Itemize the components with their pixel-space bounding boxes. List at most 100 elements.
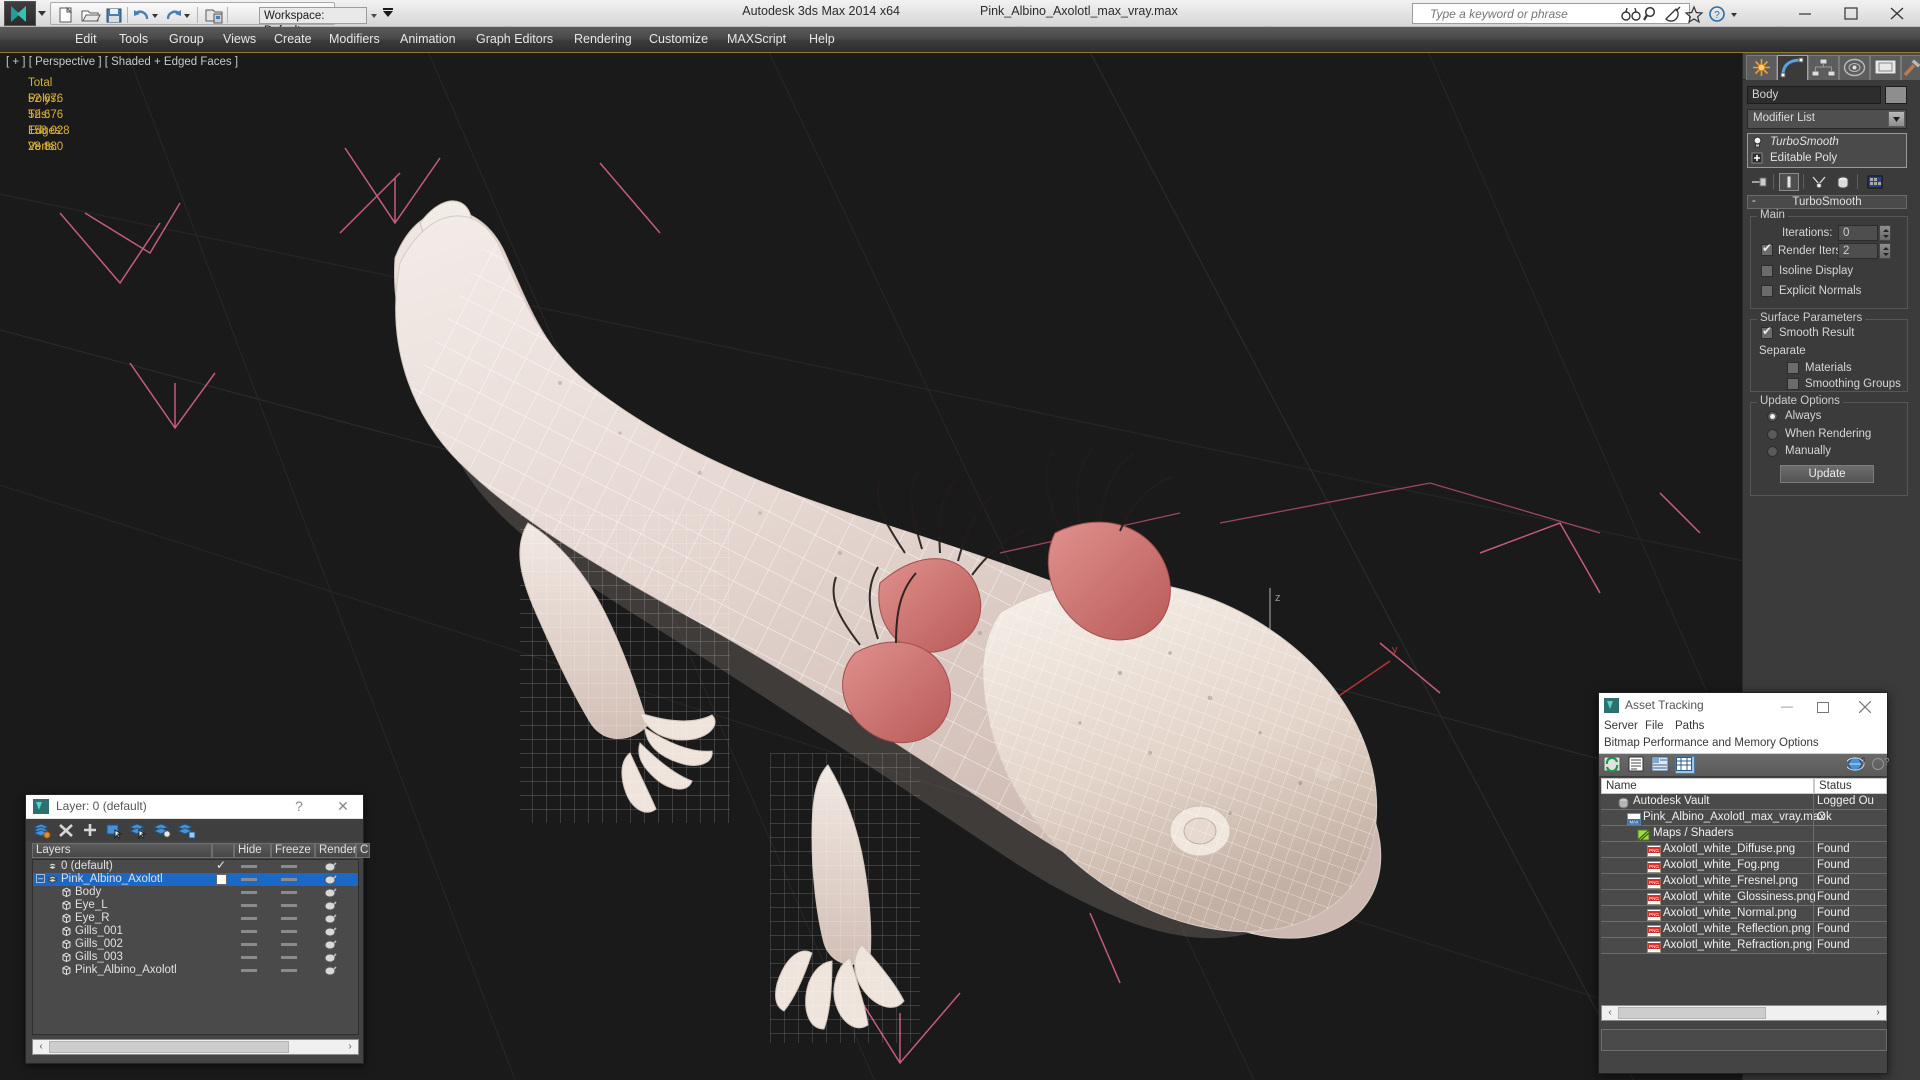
- render-toggle[interactable]: [323, 900, 337, 911]
- remove-modifier-button[interactable]: [1833, 173, 1853, 191]
- layer-properties-button[interactable]: [176, 821, 198, 839]
- freeze-toggle[interactable]: [281, 969, 297, 972]
- freeze-toggle[interactable]: [281, 865, 297, 868]
- object-name-field[interactable]: Body: [1747, 86, 1881, 104]
- update-when-rendering-radio[interactable]: [1767, 429, 1778, 440]
- help-button[interactable]: ?: [1871, 756, 1891, 774]
- column-freeze[interactable]: Freeze: [271, 843, 315, 858]
- modifier-stack-item-editable-poly[interactable]: Editable Poly: [1748, 150, 1906, 166]
- grid-view-button[interactable]: [1675, 756, 1695, 774]
- iterations-spinner[interactable]: 0: [1838, 225, 1878, 241]
- update-always-radio[interactable]: [1767, 411, 1778, 422]
- menu-item-tools[interactable]: Tools: [110, 27, 157, 52]
- column-render[interactable]: Render: [315, 843, 357, 858]
- asset-row[interactable]: PNG Axolotl_white_Refraction.png Found: [1601, 938, 1887, 954]
- menu-file[interactable]: File: [1645, 720, 1664, 732]
- hide-toggle[interactable]: [241, 943, 257, 946]
- menu-item-graph-editors[interactable]: Graph Editors: [467, 27, 562, 52]
- highlight-selected-objects-layers-button[interactable]: [128, 821, 150, 840]
- update-manually-radio[interactable]: [1767, 446, 1778, 457]
- redo-dropdown-icon[interactable]: [182, 6, 192, 24]
- menu-item-rendering[interactable]: Rendering: [565, 27, 641, 52]
- asset-row[interactable]: Autodesk Vault Logged Ou: [1601, 794, 1887, 810]
- minimize-button[interactable]: [1782, 0, 1828, 26]
- hide-toggle[interactable]: [241, 904, 257, 907]
- layer-close-button[interactable]: ✕: [325, 795, 361, 818]
- hide-toggle[interactable]: [241, 969, 257, 972]
- layer-row[interactable]: Gills_002: [33, 938, 358, 951]
- menu-item-modifiers[interactable]: Modifiers: [320, 27, 389, 52]
- menu-item-maxscript[interactable]: MAXScript: [718, 27, 795, 52]
- render-toggle[interactable]: [323, 887, 337, 898]
- asset-maximize-button[interactable]: [1805, 693, 1841, 719]
- update-button[interactable]: Update: [1780, 465, 1874, 483]
- asset-minimize-button[interactable]: —: [1769, 693, 1805, 719]
- layer-row[interactable]: – Pink_Albino_Axolotl: [33, 873, 358, 886]
- workspace-dropdown-icon[interactable]: [367, 7, 380, 24]
- set-current-layer-button[interactable]: [152, 821, 174, 839]
- motion-tab[interactable]: [1839, 55, 1870, 80]
- menu-item-help[interactable]: Help: [800, 27, 844, 52]
- help-dropdown-icon[interactable]: [1729, 5, 1739, 23]
- turbosmooth-rollout-header[interactable]: - TurboSmooth: [1747, 195, 1907, 209]
- hide-toggle[interactable]: [241, 891, 257, 894]
- detail-view-button[interactable]: [1651, 756, 1671, 774]
- expand-collapse-icon[interactable]: –: [36, 874, 45, 883]
- layer-horizontal-scrollbar[interactable]: ‹ ›: [32, 1039, 359, 1055]
- maximize-button[interactable]: [1828, 0, 1874, 26]
- column-name[interactable]: Name: [1601, 778, 1814, 794]
- separate-smoothing-groups-checkbox[interactable]: [1787, 378, 1799, 390]
- modifier-stack-item-turbosmooth[interactable]: TurboSmooth: [1748, 134, 1906, 150]
- layer-row[interactable]: Pink_Albino_Axolotl: [33, 964, 358, 977]
- render-toggle[interactable]: [323, 926, 337, 937]
- freeze-toggle[interactable]: [281, 917, 297, 920]
- hide-toggle[interactable]: [241, 865, 257, 868]
- menu-server[interactable]: Server: [1604, 720, 1638, 732]
- layer-row[interactable]: 0 (default) ✓: [33, 860, 358, 873]
- menu-item-create[interactable]: Create: [265, 27, 321, 52]
- menu-item-customize[interactable]: Customize: [640, 27, 717, 52]
- list-view-button[interactable]: [1627, 756, 1647, 774]
- asset-row[interactable]: Maps / Shaders: [1601, 826, 1887, 842]
- hide-toggle[interactable]: [241, 930, 257, 933]
- select-objects-in-layer-button[interactable]: [104, 821, 126, 840]
- hide-toggle[interactable]: [241, 917, 257, 920]
- scroll-right-icon[interactable]: ›: [1871, 1007, 1885, 1019]
- close-button[interactable]: [1874, 0, 1920, 26]
- open-file-icon[interactable]: [79, 6, 101, 24]
- favorites-star-icon[interactable]: [1683, 5, 1705, 24]
- asset-row[interactable]: PNG Axolotl_white_Normal.png Found: [1601, 906, 1887, 922]
- modifier-stack[interactable]: TurboSmooth Editable Poly: [1747, 133, 1907, 168]
- save-file-icon[interactable]: [103, 6, 125, 24]
- hierarchy-tab[interactable]: [1808, 55, 1839, 80]
- undo-dropdown-icon[interactable]: [150, 6, 160, 24]
- asset-list[interactable]: Autodesk Vault Logged Ou MAX Pink_Albino_Ax…: [1601, 794, 1887, 998]
- layer-row[interactable]: Gills_003: [33, 951, 358, 964]
- render-toggle[interactable]: [323, 952, 337, 963]
- asset-row[interactable]: PNG Axolotl_white_Diffuse.png Found: [1601, 842, 1887, 858]
- freeze-toggle[interactable]: [281, 956, 297, 959]
- column-layers[interactable]: Layers: [32, 843, 212, 858]
- layer-dialog[interactable]: Layer: 0 (default) ? ✕ Layers Hide Freez…: [25, 794, 370, 1064]
- isoline-display-checkbox[interactable]: [1761, 265, 1773, 277]
- help-question-icon[interactable]: ?: [1708, 5, 1730, 23]
- separate-materials-checkbox[interactable]: [1787, 362, 1799, 374]
- menu-item-edit[interactable]: Edit: [66, 27, 106, 52]
- asset-row[interactable]: PNG Axolotl_white_Reflection.png Found: [1601, 922, 1887, 938]
- render-toggle[interactable]: [323, 913, 337, 924]
- plus-box-icon[interactable]: [1751, 152, 1764, 164]
- render-toggle[interactable]: [323, 939, 337, 950]
- modifier-list-dropdown[interactable]: Modifier List: [1747, 109, 1907, 129]
- create-tab[interactable]: [1746, 55, 1777, 80]
- scroll-left-icon[interactable]: ‹: [34, 1041, 48, 1053]
- explicit-normals-checkbox[interactable]: [1761, 285, 1773, 297]
- render-toggle[interactable]: [323, 874, 337, 885]
- configure-modifier-sets-button[interactable]: [1865, 173, 1885, 191]
- asset-row[interactable]: PNG Axolotl_white_Glossiness.png Found: [1601, 890, 1887, 906]
- scrollbar-thumb[interactable]: [49, 1041, 289, 1053]
- layer-row[interactable]: Eye_R: [33, 912, 358, 925]
- menu-item-group[interactable]: Group: [160, 27, 213, 52]
- set-project-folder-icon[interactable]: [203, 6, 225, 24]
- new-file-icon[interactable]: [55, 6, 77, 24]
- iterations-spinner-arrows[interactable]: [1879, 225, 1891, 241]
